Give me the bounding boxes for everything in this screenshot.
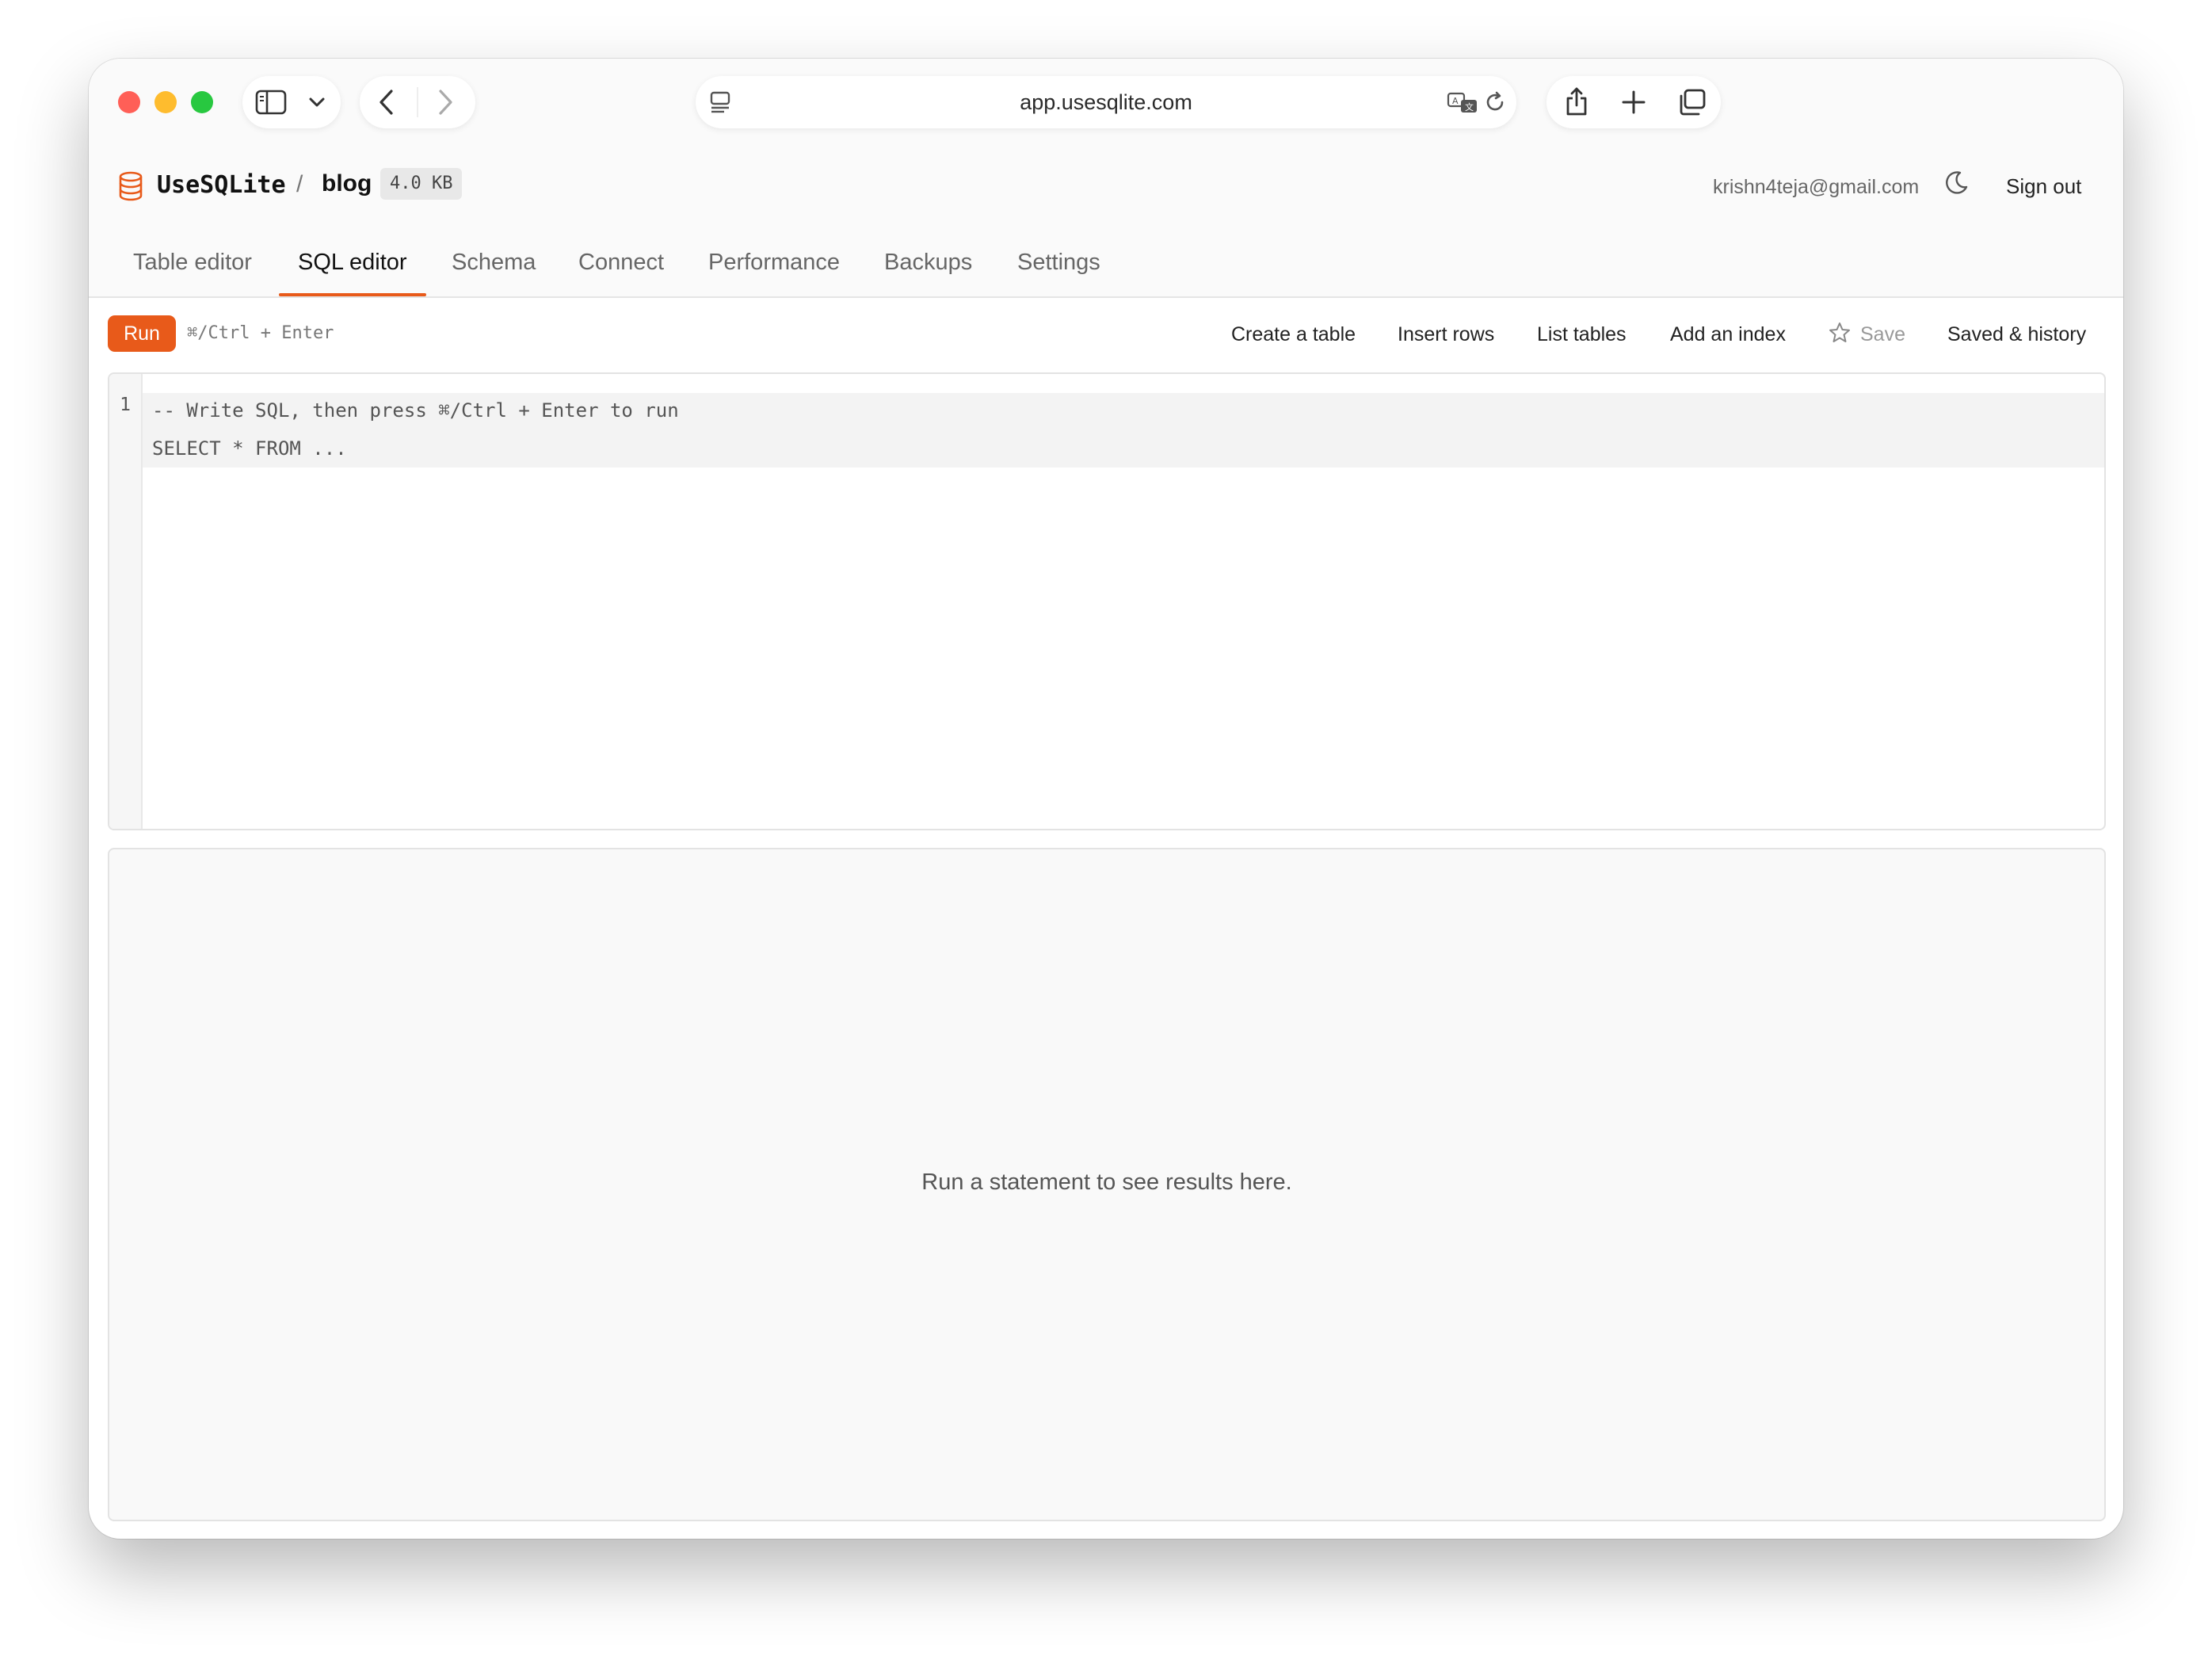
url-text[interactable]: app.usesqlite.com	[696, 76, 1516, 128]
svg-text:A: A	[1452, 96, 1459, 106]
save-button[interactable]: Save	[1860, 323, 1905, 346]
tab-performance[interactable]: Performance	[708, 230, 840, 295]
maximize-window-button[interactable]	[191, 91, 213, 113]
navigation-controls	[360, 76, 475, 128]
tab-table-editor[interactable]: Table editor	[133, 230, 252, 295]
line-gutter: 1	[109, 374, 143, 829]
brand-name[interactable]: UseSQLite	[157, 171, 286, 199]
tabs-overview-icon[interactable]	[1676, 88, 1707, 116]
create-table-button[interactable]: Create a table	[1231, 323, 1356, 346]
tab-settings[interactable]: Settings	[1017, 230, 1100, 295]
nav-divider	[417, 87, 418, 117]
new-tab-icon[interactable]	[1621, 90, 1646, 115]
minimize-window-button[interactable]	[154, 91, 177, 113]
back-arrow-icon[interactable]	[377, 89, 396, 116]
tab-backups[interactable]: Backups	[884, 230, 972, 295]
breadcrumb-separator: /	[296, 171, 303, 197]
sign-out-button[interactable]: Sign out	[2006, 174, 2081, 199]
editor-placeholder[interactable]: -- Write SQL, then press ⌘/Ctrl + Enter …	[143, 393, 2104, 467]
sidebar-toggle-icon[interactable]	[255, 90, 287, 115]
share-icon[interactable]	[1564, 86, 1589, 117]
chevron-down-icon[interactable]	[307, 93, 326, 111]
sql-editor[interactable]: 1 -- Write SQL, then press ⌘/Ctrl + Ente…	[108, 372, 2106, 830]
tab-bar: Table editor SQL editor Schema Connect P…	[89, 230, 2123, 298]
window-actions	[1546, 76, 1721, 128]
database-size-badge: 4.0 KB	[380, 168, 463, 200]
address-bar[interactable]: app.usesqlite.com A文	[696, 76, 1516, 128]
database-icon	[117, 171, 144, 205]
run-shortcut-hint: ⌘/Ctrl + Enter	[187, 323, 334, 343]
placeholder-line-query: SELECT * FROM ...	[152, 437, 347, 460]
browser-window: app.usesqlite.com A文 UseSQLite / blog 4.…	[89, 59, 2123, 1539]
tab-sql-editor[interactable]: SQL editor	[279, 230, 426, 296]
line-number: 1	[120, 395, 131, 415]
close-window-button[interactable]	[118, 91, 140, 113]
tab-schema[interactable]: Schema	[452, 230, 536, 295]
app-header: UseSQLite / blog 4.0 KB krishn4teja@gmai…	[89, 143, 2123, 231]
translate-icon[interactable]: A文	[1447, 91, 1478, 115]
run-button[interactable]: Run	[108, 315, 176, 352]
results-empty-message: Run a statement to see results here.	[921, 1170, 1292, 1195]
saved-history-button[interactable]: Saved & history	[1947, 323, 2086, 346]
add-index-button[interactable]: Add an index	[1670, 323, 1786, 346]
reload-icon[interactable]	[1483, 90, 1507, 114]
database-name[interactable]: blog	[322, 170, 372, 197]
browser-toolbar: app.usesqlite.com A文	[89, 59, 2123, 143]
insert-rows-button[interactable]: Insert rows	[1398, 323, 1494, 346]
svg-text:文: 文	[1465, 101, 1474, 113]
sidebar-controls	[242, 76, 341, 128]
tab-connect[interactable]: Connect	[578, 230, 664, 295]
sql-toolbar: Run ⌘/Ctrl + Enter Create a table Insert…	[89, 298, 2123, 352]
star-icon[interactable]	[1829, 322, 1851, 348]
user-email: krishn4teja@gmail.com	[1713, 176, 1920, 198]
moon-icon[interactable]	[1943, 170, 1970, 200]
list-tables-button[interactable]: List tables	[1537, 323, 1627, 346]
placeholder-line-comment: -- Write SQL, then press ⌘/Ctrl + Enter …	[152, 399, 679, 422]
results-panel: Run a statement to see results here.	[108, 848, 2106, 1521]
forward-arrow-icon[interactable]	[436, 89, 455, 116]
